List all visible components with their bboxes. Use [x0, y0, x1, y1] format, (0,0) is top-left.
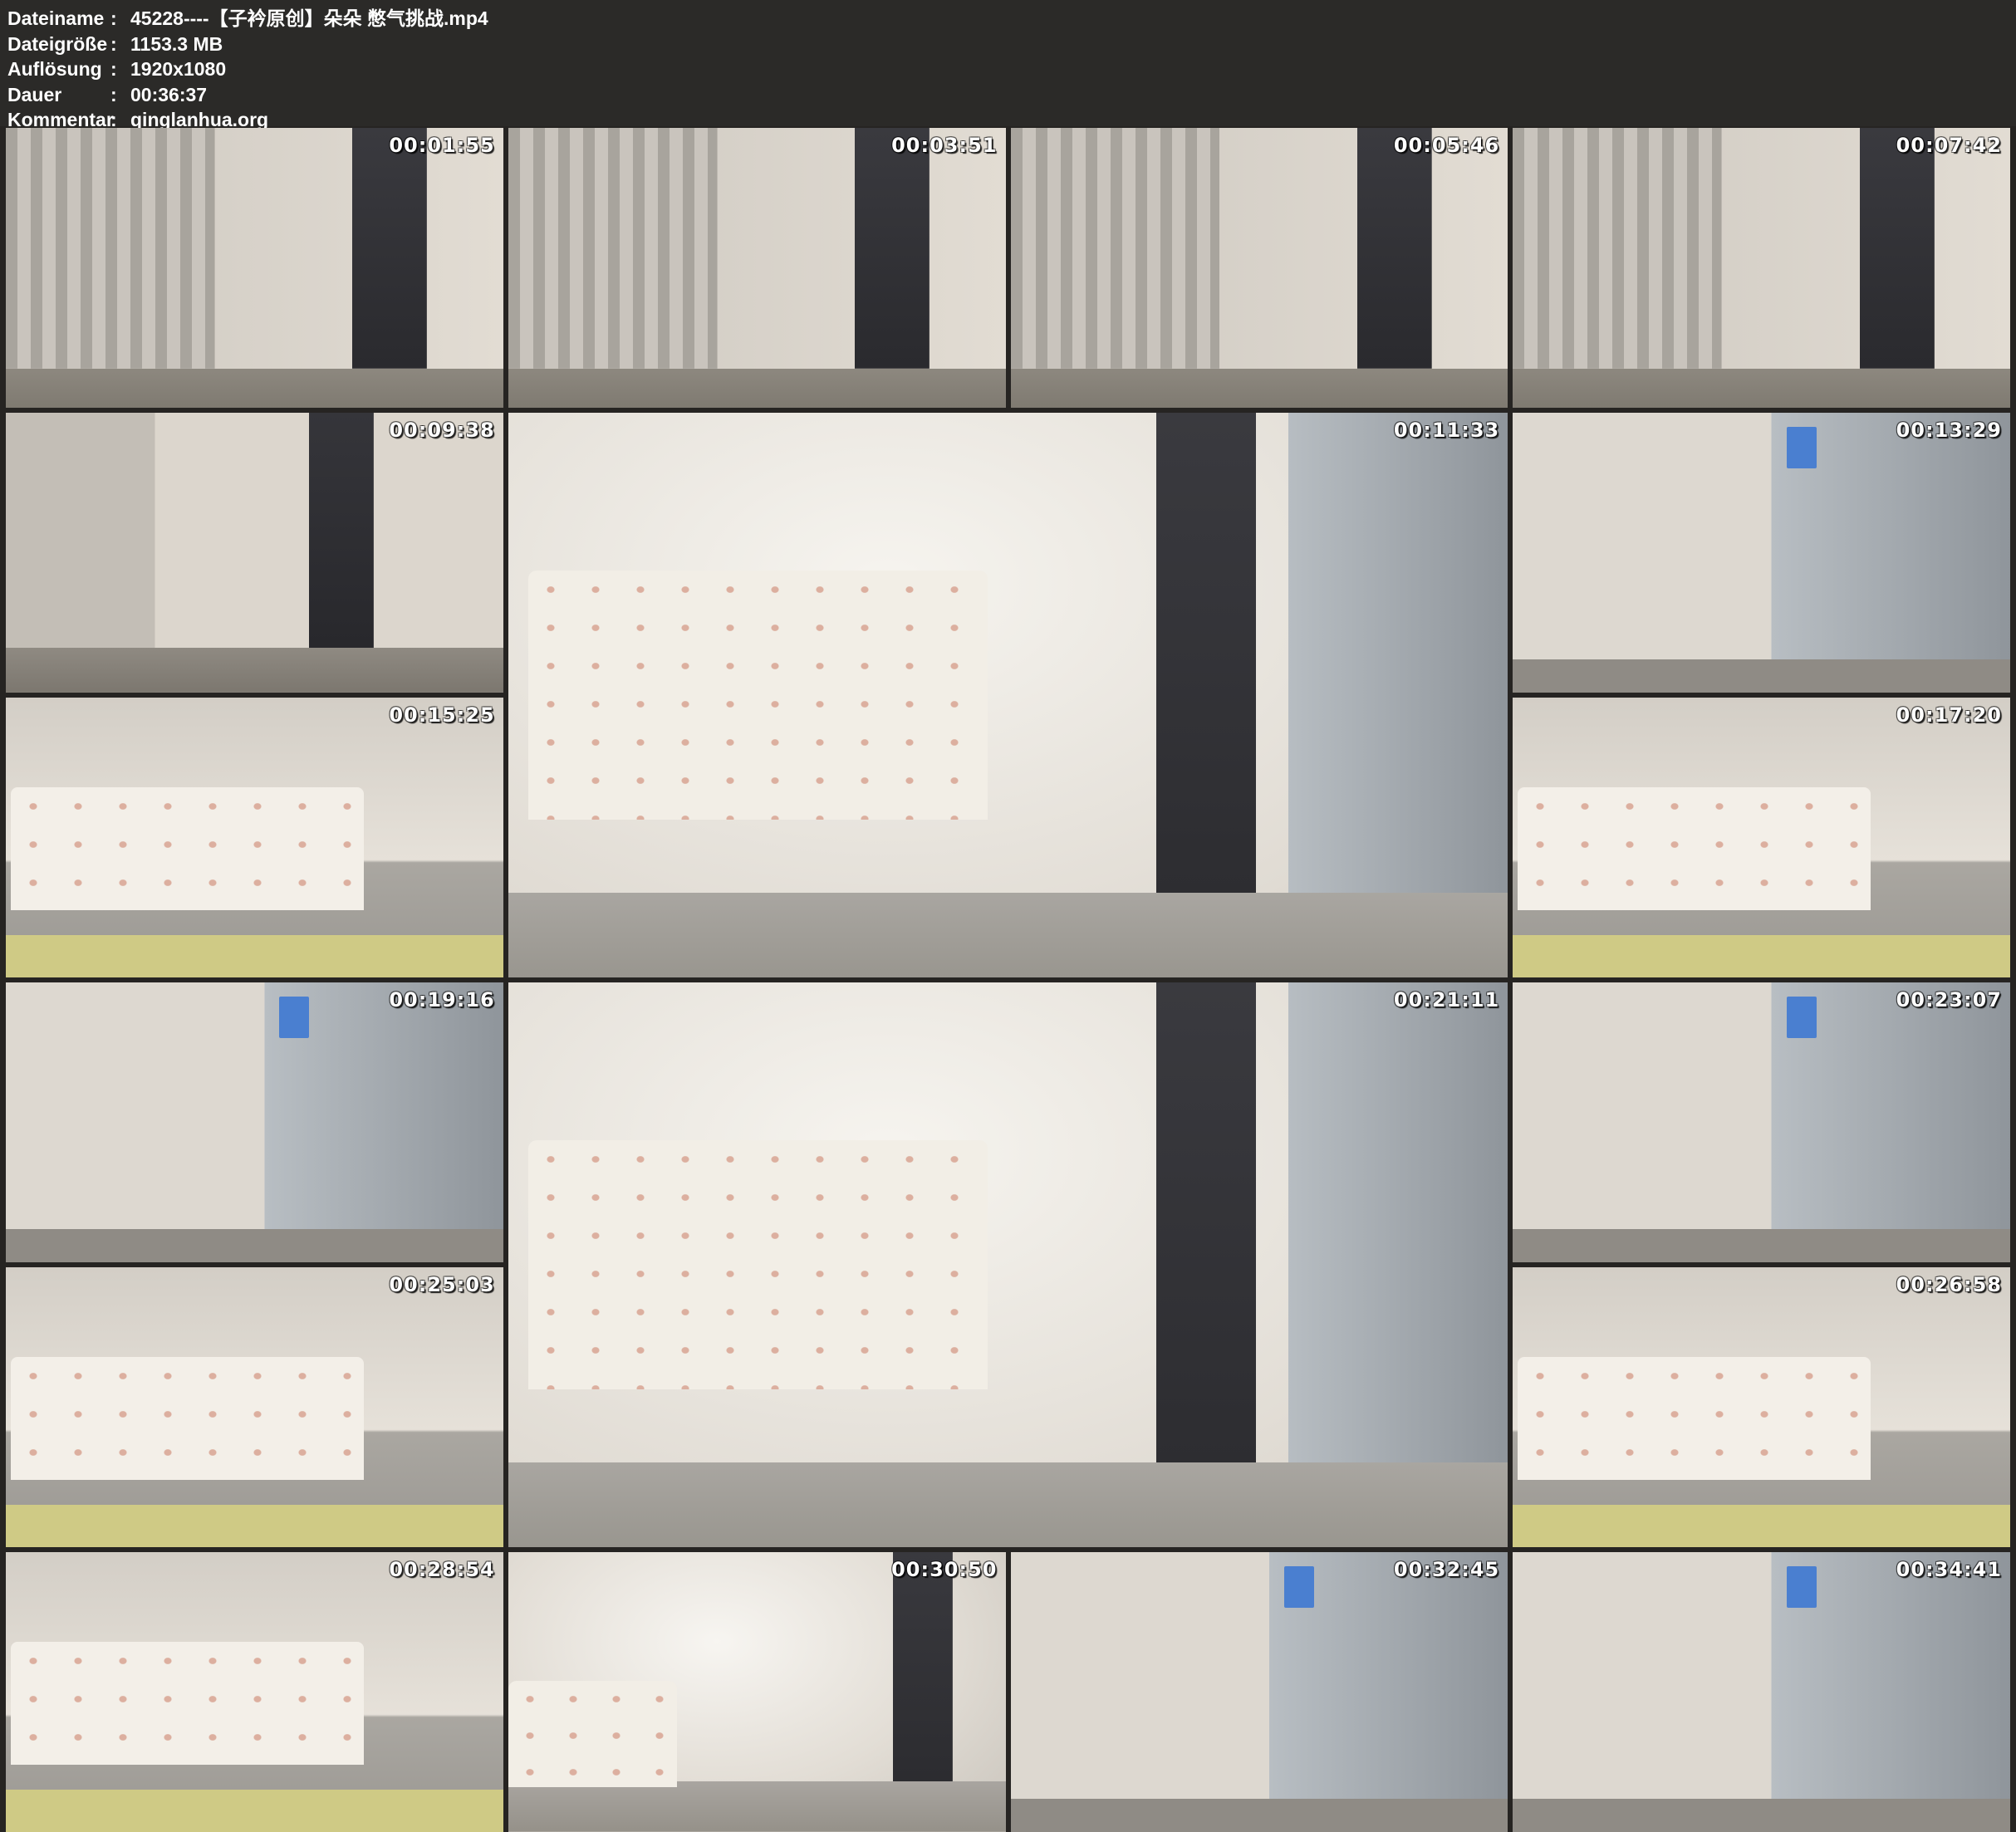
resolution-value: 1920x1080: [130, 58, 226, 80]
timestamp-overlay: 00:15:25: [389, 703, 494, 727]
duration-label: Dauer: [7, 84, 110, 107]
timestamp-overlay: 00:25:03: [389, 1273, 494, 1296]
video-thumbnail[interactable]: 00:19:16: [6, 982, 503, 1262]
timestamp-overlay: 00:32:45: [1394, 1558, 1499, 1581]
video-thumbnail[interactable]: 00:01:55: [6, 128, 503, 408]
filename-value: 45228----【子衿原创】朵朵 憋气挑战.mp4: [130, 7, 488, 29]
timestamp-overlay: 00:23:07: [1896, 988, 2002, 1012]
video-thumbnail[interactable]: 00:07:42: [1513, 128, 2010, 408]
timestamp-overlay: 00:07:42: [1896, 134, 2002, 157]
timestamp-overlay: 00:19:16: [389, 988, 494, 1012]
meta-row-filename: Dateiname:45228----【子衿原创】朵朵 憋气挑战.mp4: [7, 7, 2016, 33]
video-thumbnail[interactable]: 00:30:50: [508, 1552, 1006, 1832]
timestamp-overlay: 00:26:58: [1896, 1273, 2002, 1296]
timestamp-overlay: 00:03:51: [891, 134, 997, 157]
video-thumbnail[interactable]: 00:23:07: [1513, 982, 2010, 1262]
timestamp-overlay: 00:30:50: [891, 1558, 997, 1581]
timestamp-overlay: 00:21:11: [1394, 988, 1499, 1012]
video-thumbnail[interactable]: 00:13:29: [1513, 413, 2010, 693]
filesize-value: 1153.3 MB: [130, 33, 223, 55]
separator: :: [110, 33, 130, 56]
video-thumbnail[interactable]: 00:28:54: [6, 1552, 503, 1832]
meta-row-resolution: Auflösung:1920x1080: [7, 58, 2016, 84]
meta-row-filesize: Dateigröße:1153.3 MB: [7, 33, 2016, 59]
meta-row-duration: Dauer:00:36:37: [7, 84, 2016, 110]
timestamp-overlay: 00:05:46: [1394, 134, 1499, 157]
video-thumbnail[interactable]: 00:25:03: [6, 1267, 503, 1547]
video-thumbnail[interactable]: 00:17:20: [1513, 698, 2010, 977]
video-thumbnail[interactable]: 00:32:45: [1011, 1552, 1508, 1832]
video-thumbnail[interactable]: 00:26:58: [1513, 1267, 2010, 1547]
filesize-label: Dateigröße: [7, 33, 110, 56]
timestamp-overlay: 00:01:55: [389, 134, 494, 157]
thumbnail-grid: 00:01:55 00:03:51 00:05:46 00:07:42 00:0…: [0, 126, 2016, 1832]
timestamp-overlay: 00:09:38: [389, 419, 494, 442]
metadata-header: Dateiname:45228----【子衿原创】朵朵 憋气挑战.mp4 Dat…: [0, 0, 2016, 126]
filename-label: Dateiname: [7, 7, 110, 31]
video-thumbnail[interactable]: 00:34:41: [1513, 1552, 2010, 1832]
timestamp-overlay: 00:34:41: [1896, 1558, 2002, 1581]
separator: :: [110, 58, 130, 81]
resolution-label: Auflösung: [7, 58, 110, 81]
video-thumbnail[interactable]: 00:05:46: [1011, 128, 1508, 408]
duration-value: 00:36:37: [130, 84, 207, 105]
video-thumbnail[interactable]: 00:09:38: [6, 413, 503, 693]
video-thumbnail-large[interactable]: 00:21:11: [508, 982, 1508, 1547]
video-thumbnail[interactable]: 00:03:51: [508, 128, 1006, 408]
video-thumbnail-large[interactable]: 00:11:33: [508, 413, 1508, 977]
timestamp-overlay: 00:17:20: [1896, 703, 2002, 727]
timestamp-overlay: 00:13:29: [1896, 419, 2002, 442]
timestamp-overlay: 00:11:33: [1394, 419, 1499, 442]
timestamp-overlay: 00:28:54: [389, 1558, 494, 1581]
separator: :: [110, 84, 130, 107]
separator: :: [110, 7, 130, 31]
video-thumbnail[interactable]: 00:15:25: [6, 698, 503, 977]
